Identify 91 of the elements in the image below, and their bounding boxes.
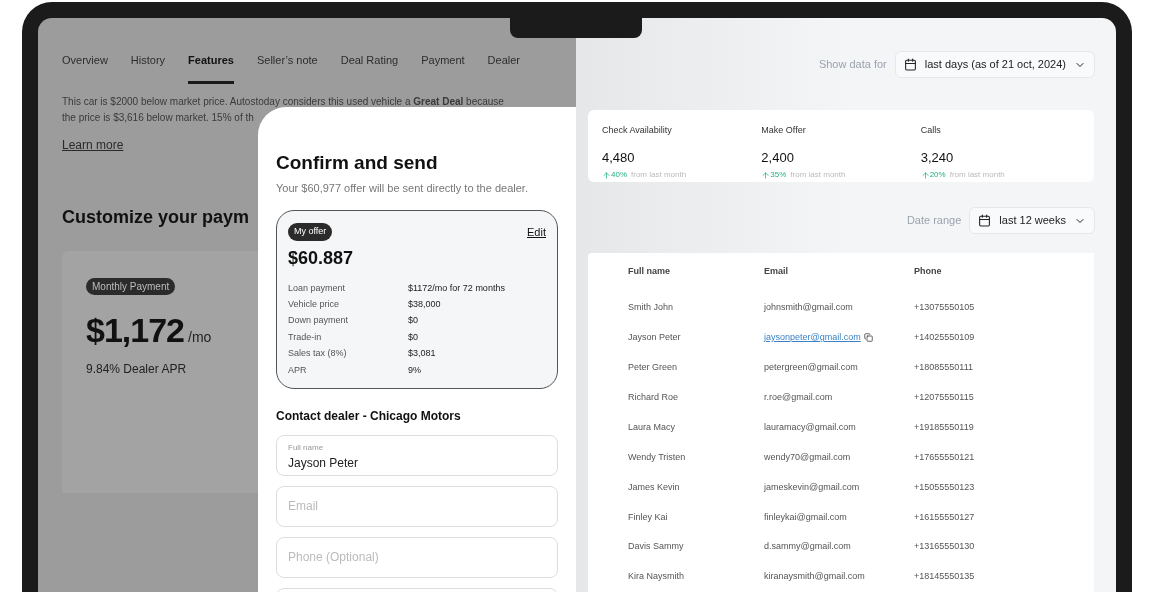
name-cell-text: Smith John <box>628 301 675 315</box>
offer-amount: $60.887 <box>288 246 355 270</box>
tab[interactable]: Overview <box>62 52 108 84</box>
stat-value: 2,400 <box>761 148 795 167</box>
monthly-payment-badge: Monthly Payment <box>86 277 176 295</box>
date-dropdown[interactable]: last 12 weeks <box>969 207 1095 235</box>
input-field[interactable]: Phone (Optional) <box>276 536 558 578</box>
description-text: the price is $3,616 below market. 15% of th <box>62 110 255 125</box>
column-header: Email <box>764 265 789 279</box>
copy-icon[interactable] <box>863 333 873 343</box>
name-cell-text: Wendy Tristen <box>628 450 687 464</box>
phone-cell-text: +15055550123 <box>914 480 975 494</box>
name-cell-text: James Kevin <box>628 480 681 494</box>
arrow-up-icon <box>920 170 930 180</box>
column-header: Full name <box>628 265 671 279</box>
payment-amount: $1,172 <box>86 309 184 351</box>
offer-label: Sales tax (8%) <box>288 347 348 361</box>
offer-label: APR <box>288 363 308 377</box>
email-cell: d.sammy@gmail.com <box>764 540 851 554</box>
field-value: Jayson Peter <box>288 453 546 472</box>
edit-link[interactable]: Edit <box>527 223 546 240</box>
name-cell-text: Kira Naysmith <box>628 570 685 584</box>
stat-change: 20% <box>929 169 946 181</box>
phone-cell-text: +19185550119 <box>914 420 974 434</box>
date-dropdown[interactable]: last days (as of 21 oct, 2024) <box>894 51 1095 78</box>
phone-cell-text: +12075550115 <box>914 390 974 404</box>
email-cell: kiranaysmith@gmail.com <box>764 570 865 584</box>
modal-subtitle: Your $60,977 offer will be sent directly to the dealer. <box>276 180 529 196</box>
calendar-icon <box>903 58 917 71</box>
tab[interactable]: Payment <box>421 52 465 84</box>
phone-cell: +13165550130 <box>914 540 975 554</box>
arrow-up-icon <box>761 170 771 180</box>
my-offer-badge: My offer <box>288 223 333 241</box>
offer-value: $0 <box>408 314 418 328</box>
email-cell: johnsmith@gmail.com <box>764 301 853 315</box>
input-field[interactable]: Email <box>276 485 558 527</box>
phone-cell: +18145550135 <box>914 570 975 584</box>
stat-change: 35% <box>770 169 787 181</box>
offer-value: $3,081 <box>408 347 436 361</box>
offer-value: $1172/mo for 72 months <box>408 281 505 295</box>
tab[interactable]: History <box>130 52 166 84</box>
email-cell-text: wendy70@gmail.com <box>764 450 851 464</box>
dropdown-label: Date range <box>906 213 962 229</box>
email-cell-text: jameskevin@gmail.com <box>764 480 860 494</box>
phone-cell: +16155550127 <box>914 510 975 524</box>
stat-note: from last month <box>790 169 846 181</box>
email-link[interactable]: jaysonpeter@gmail.com <box>764 331 861 345</box>
contact-heading: Contact dealer - Chicago Motors <box>276 407 462 425</box>
name-cell-text: Finley Kai <box>628 510 669 524</box>
phone-cell: +18085550111 <box>914 361 973 375</box>
tab[interactable]: Deal Rating <box>340 52 399 84</box>
stat-label: Check Availability <box>602 124 673 137</box>
full-name-field[interactable]: Full name Jayson Peter <box>276 434 558 476</box>
description-text: This car is $2000 below market price. Autostoday considers this used vehicle a Great Deal because <box>62 94 505 109</box>
phone-cell: +13075550105 <box>914 301 975 315</box>
email-cell: petergreen@gmail.com <box>764 361 858 375</box>
section-heading: Customize your paym <box>62 205 250 229</box>
offer-label: Loan payment <box>288 281 347 295</box>
email-cell: finleykai@gmail.com <box>764 510 847 524</box>
dealer-apr: 9.84% Dealer APR <box>86 360 187 378</box>
offer-label: Trade-in <box>288 330 323 344</box>
dropdown-label: Show data for <box>818 57 887 73</box>
stat-change: 40% <box>611 169 627 181</box>
modal-title: Confirm and send <box>276 151 439 175</box>
offer-value: 9% <box>408 363 421 377</box>
payment-unit: /mo <box>188 327 212 347</box>
name-cell-text: Jayson Peter <box>628 331 682 345</box>
phone-cell-text: +17655550121 <box>914 450 975 464</box>
offer-label: Down payment <box>288 314 350 328</box>
name-cell-text: Laura Macy <box>628 420 677 434</box>
offer-value: $38,000 <box>408 297 441 311</box>
name-cell-text: Richard Roe <box>628 390 680 404</box>
column-header: Phone <box>914 265 942 279</box>
calendar-icon <box>978 214 992 228</box>
stat-value: 4,480 <box>602 148 636 167</box>
name-cell-text: Davis Sammy <box>628 540 685 554</box>
phone-cell: +14025550109 <box>914 331 975 345</box>
tab[interactable]: Seller’s note <box>256 52 318 84</box>
stat-label: Make Offer <box>761 124 807 137</box>
offer-label: Vehicle price <box>288 297 341 311</box>
email-cell-text: r.roe@gmail.com <box>764 390 833 404</box>
email-cell-text: lauramacy@gmail.com <box>764 420 856 434</box>
arrow-up-icon <box>602 170 611 180</box>
name-cell-text: Peter Green <box>628 361 679 375</box>
offer-value: $0 <box>408 330 418 344</box>
learn-more-link[interactable]: Learn more <box>62 135 124 154</box>
field-label: Full name <box>288 441 325 454</box>
tab[interactable]: Features <box>188 52 234 84</box>
tab[interactable]: Dealer <box>487 52 520 84</box>
stat-label: Calls <box>920 124 942 137</box>
stat-value: 3,240 <box>920 148 955 167</box>
